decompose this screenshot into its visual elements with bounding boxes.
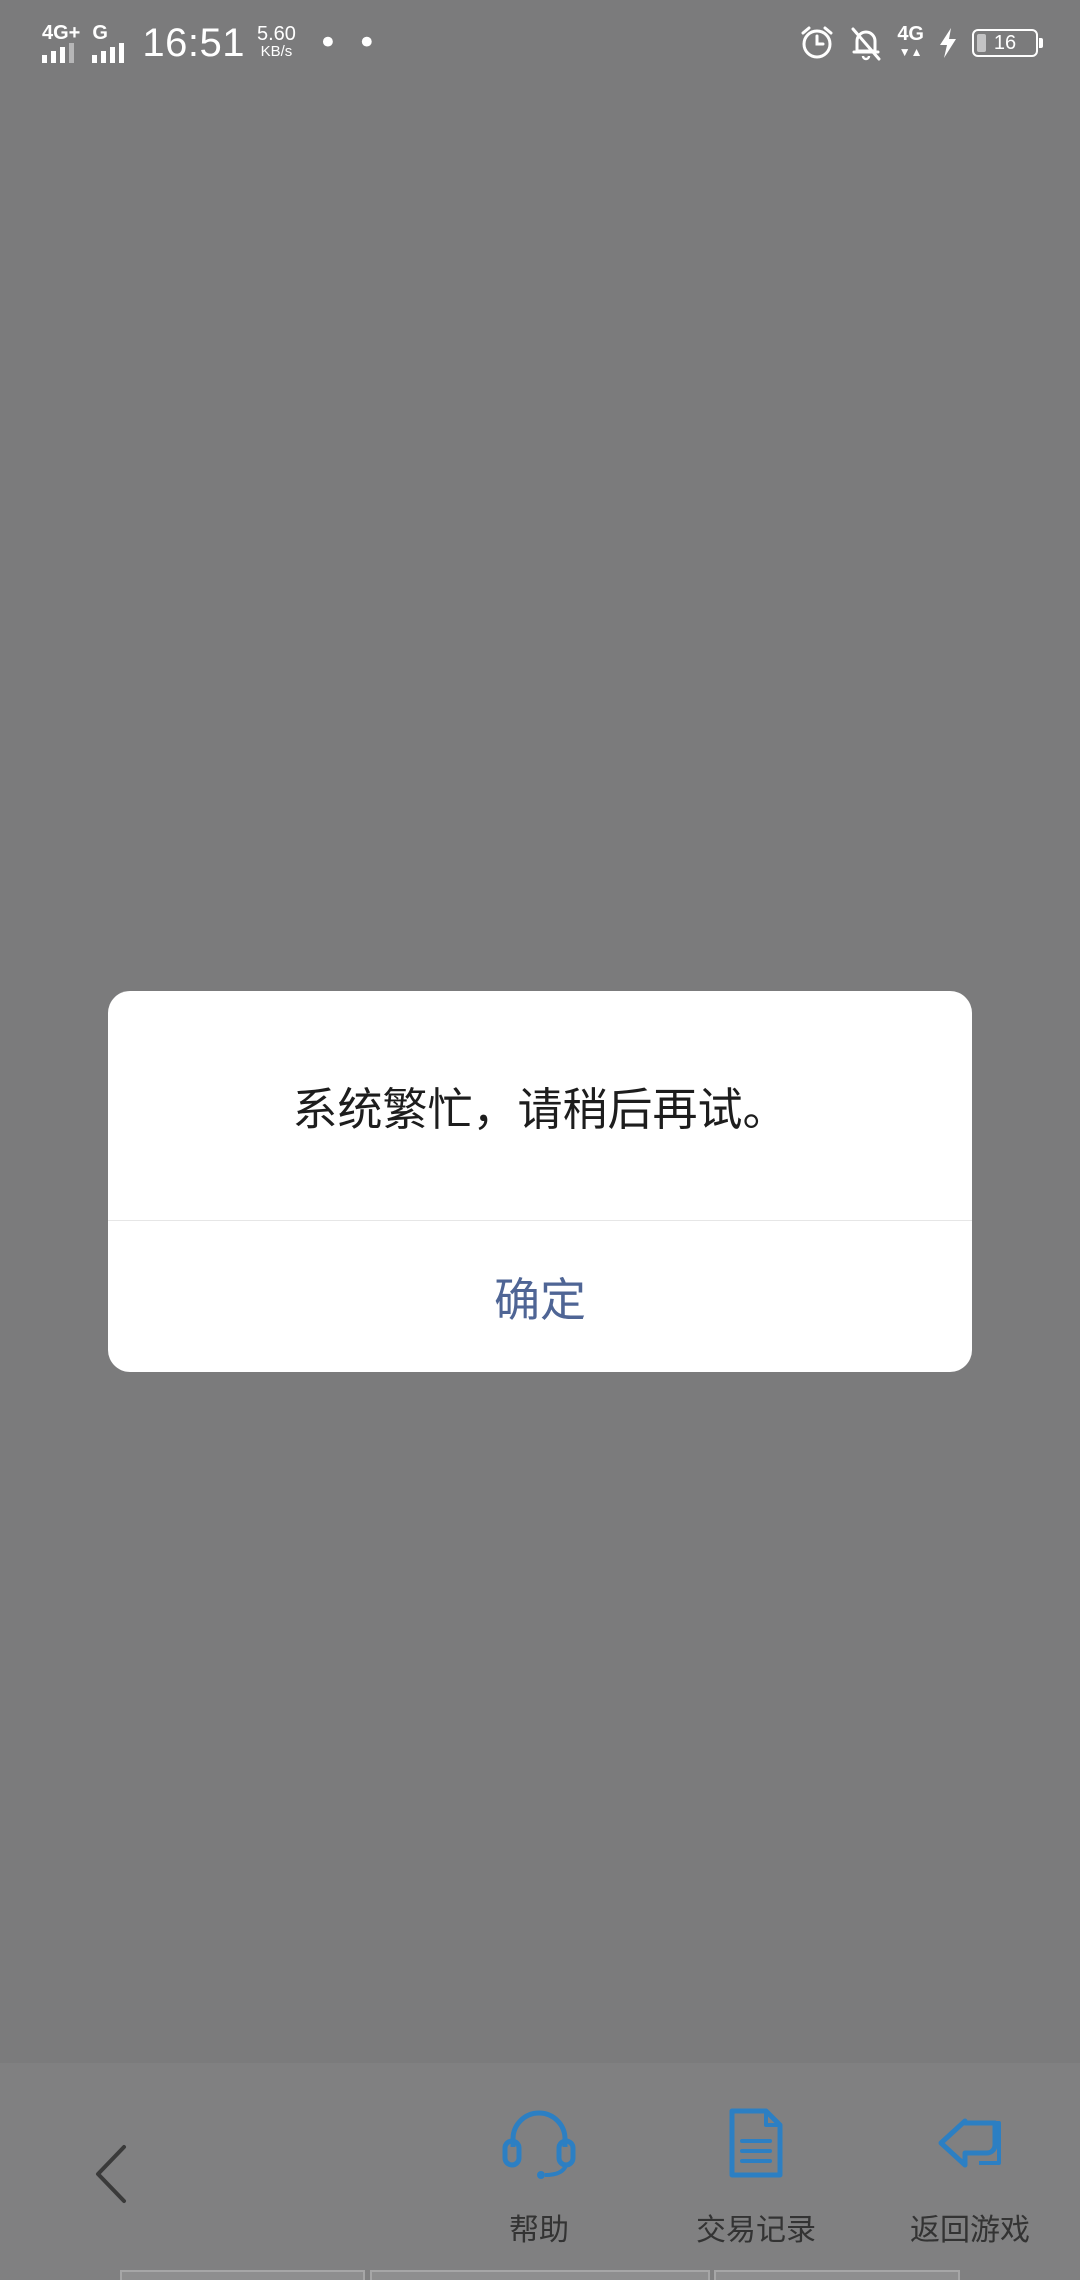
confirm-button[interactable]: 确定 xyxy=(108,1221,972,1372)
transaction-record-button[interactable]: 交易记录 xyxy=(666,2103,846,2249)
bottom-tab-edges xyxy=(0,2270,1080,2280)
mobile-data-indicator: 4G ▼▲ xyxy=(897,23,924,61)
return-arrow-icon xyxy=(938,2118,1001,2168)
help-button[interactable]: 帮助 xyxy=(449,2103,629,2249)
battery-percent: 16 xyxy=(993,31,1017,54)
back-button[interactable] xyxy=(80,2139,140,2209)
network-speed-unit: KB/s xyxy=(260,43,293,60)
headset-icon xyxy=(502,2110,576,2179)
chevron-left-icon xyxy=(96,2145,126,2203)
mobile-data-label: 4G xyxy=(897,23,924,45)
status-bar: 4G+ G 16:51 5.60 KB/s • • 4G ▼▲ 16 xyxy=(0,0,1080,86)
battery-fill xyxy=(977,34,986,52)
sim1-signal-bars-icon xyxy=(42,43,74,63)
sim1-signal: 4G+ xyxy=(42,23,80,63)
alarm-icon xyxy=(799,25,835,61)
sim2-network-label: G xyxy=(92,22,108,44)
alert-dialog: 系统繁忙，请稍后再试。 确定 xyxy=(108,991,972,1372)
tab-edge xyxy=(370,2270,710,2280)
dialog-message: 系统繁忙，请稍后再试。 xyxy=(108,991,972,1221)
battery-icon: 16 xyxy=(972,29,1043,57)
sim2-signal-bars-icon xyxy=(92,43,125,63)
bell-muted-icon xyxy=(849,25,883,61)
bottom-toolbar: 帮助 交易记录 返回游戏 xyxy=(0,2063,1080,2280)
tab-edge xyxy=(714,2270,960,2280)
status-bar-right: 4G ▼▲ 16 xyxy=(785,23,1043,61)
return-to-game-label: 返回游戏 xyxy=(910,2213,1030,2248)
sim1-network-label: 4G+ xyxy=(42,22,81,44)
more-notifications-icon: • • xyxy=(317,23,381,63)
charging-bolt-icon xyxy=(938,27,958,59)
data-arrows-icon: ▼▲ xyxy=(898,45,923,59)
transaction-record-label: 交易记录 xyxy=(696,2213,816,2248)
tab-edge xyxy=(120,2270,365,2280)
sim2-signal: G xyxy=(92,22,125,63)
help-label: 帮助 xyxy=(509,2213,569,2248)
status-clock: 16:51 xyxy=(142,20,245,65)
network-speed-value: 5.60 xyxy=(256,23,296,45)
status-bar-left: 4G+ G 16:51 5.60 KB/s • • xyxy=(42,21,381,66)
return-to-game-button[interactable]: 返回游戏 xyxy=(880,2103,1060,2249)
document-icon xyxy=(729,2108,783,2178)
network-speed: 5.60 KB/s xyxy=(256,23,296,61)
